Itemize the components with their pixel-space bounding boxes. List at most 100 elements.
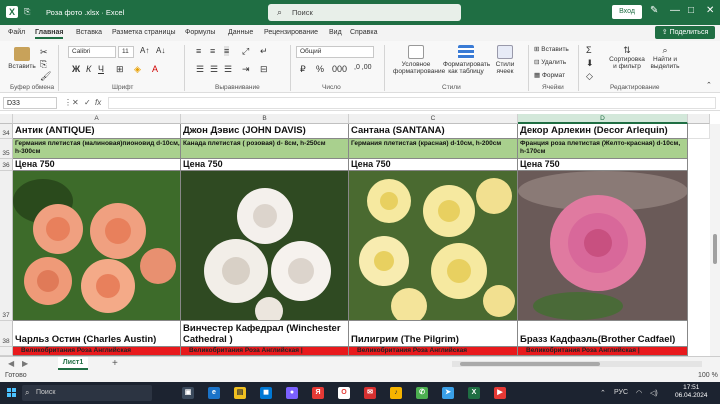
tab-home[interactable]: Главная bbox=[35, 29, 64, 39]
cell-a34[interactable]: Антик (ANTIQUE) bbox=[13, 124, 181, 139]
sign-in-button[interactable]: Вход bbox=[612, 5, 642, 19]
font-name-select[interactable]: Calibri bbox=[68, 46, 116, 58]
align-middle-icon[interactable]: ≡ bbox=[210, 46, 215, 56]
search-box[interactable]: ⌕ Поиск bbox=[268, 4, 461, 21]
percent-icon[interactable]: % bbox=[316, 64, 324, 74]
rose-yellow-photo[interactable] bbox=[349, 171, 518, 321]
italic-icon[interactable]: К bbox=[86, 64, 91, 74]
horizontal-scroll-thumb[interactable] bbox=[460, 362, 600, 366]
wrap-text-icon[interactable]: ↵ bbox=[260, 46, 268, 57]
cell-c34[interactable]: Сантана (SANTANA) bbox=[349, 124, 518, 139]
rose-pink-photo[interactable] bbox=[518, 171, 688, 321]
align-left-icon[interactable]: ☰ bbox=[196, 64, 204, 75]
cell-b34[interactable]: Джон Дэвис (JOHN DAVIS) bbox=[181, 124, 349, 139]
column-header-d[interactable]: D bbox=[518, 114, 688, 124]
pdf-icon[interactable]: ▶ bbox=[494, 387, 506, 399]
autosum-icon[interactable]: Σ bbox=[586, 45, 592, 55]
cell-c38[interactable]: Пилигрим (The Pilgrim) bbox=[349, 321, 518, 347]
explorer-icon[interactable]: ▤ bbox=[234, 387, 246, 399]
insert-cells-button[interactable]: ⊞ Вставить bbox=[534, 45, 569, 53]
cell-d36[interactable]: Цена 750 bbox=[518, 159, 688, 171]
horizontal-scrollbar[interactable] bbox=[452, 361, 702, 367]
paste-button[interactable]: Вставить bbox=[8, 47, 36, 70]
align-center-icon[interactable]: ☰ bbox=[210, 64, 218, 75]
align-top-icon[interactable]: ≡ bbox=[196, 46, 201, 56]
edge-icon[interactable]: e bbox=[208, 387, 220, 399]
number-format-select[interactable]: Общий bbox=[296, 46, 374, 58]
restore-button[interactable]: □ bbox=[688, 5, 694, 16]
cell-b37[interactable] bbox=[181, 171, 349, 321]
app-icon[interactable]: ● bbox=[286, 387, 298, 399]
close-button[interactable]: ✕ bbox=[706, 5, 714, 16]
formula-input[interactable] bbox=[108, 97, 716, 109]
cell-c37[interactable] bbox=[349, 171, 518, 321]
find-select-button[interactable]: ⌕ Найти и выделить bbox=[648, 45, 682, 70]
indent-icon[interactable]: ⇥ bbox=[242, 64, 250, 75]
wifi-icon[interactable]: ◠ bbox=[636, 389, 642, 397]
windows-start-icon[interactable] bbox=[7, 388, 17, 398]
clock[interactable]: 17:51 06.04.2024 bbox=[675, 384, 708, 400]
tab-file[interactable]: Файл bbox=[8, 29, 25, 36]
column-header-a[interactable]: A bbox=[13, 114, 181, 124]
tab-formulas[interactable]: Формулы bbox=[185, 29, 215, 36]
tab-view[interactable]: Вид bbox=[329, 29, 342, 36]
taskbar-search[interactable]: ⌕ Поиск bbox=[22, 385, 152, 401]
pen-icon[interactable]: ✎ bbox=[650, 5, 658, 16]
tab-insert[interactable]: Вставка bbox=[76, 29, 102, 36]
row-header-35[interactable]: 35 bbox=[0, 139, 13, 159]
align-right-icon[interactable]: ☰ bbox=[224, 64, 232, 75]
decimal-icon[interactable]: ,0 ,00 bbox=[354, 64, 372, 71]
merge-cells-icon[interactable]: ⊟ bbox=[260, 64, 268, 75]
cell-c39[interactable]: Великобритания Роза Английская bbox=[349, 347, 518, 356]
vertical-scrollbar[interactable] bbox=[710, 124, 720, 356]
sheet-tab-1[interactable]: Лист1 bbox=[58, 357, 88, 370]
borders-icon[interactable]: ⊞ bbox=[116, 64, 124, 75]
music-icon[interactable]: ♪ bbox=[390, 387, 402, 399]
cell-a37[interactable] bbox=[13, 171, 181, 321]
delete-cells-button[interactable]: ⊟ Удалить bbox=[534, 58, 566, 66]
column-header-c[interactable]: C bbox=[349, 114, 518, 124]
vertical-scroll-thumb[interactable] bbox=[713, 234, 717, 264]
rose-white-photo[interactable] bbox=[181, 171, 349, 321]
column-header-b[interactable]: B bbox=[181, 114, 349, 124]
row-header-37[interactable]: 37 bbox=[0, 171, 13, 321]
row-header-38[interactable]: 38 bbox=[0, 321, 13, 347]
cancel-icon[interactable]: ✕ bbox=[72, 98, 79, 107]
clear-icon[interactable]: ◇ bbox=[586, 71, 593, 82]
cell-a35[interactable]: Германия плетистая (малиновая)пионовид d… bbox=[13, 139, 181, 159]
format-cells-button[interactable]: ▦ Формат bbox=[534, 71, 565, 79]
underline-icon[interactable]: Ч bbox=[98, 64, 104, 74]
conditional-format-button[interactable]: Условное форматирование bbox=[393, 45, 445, 75]
next-sheet-icon[interactable]: ▶ bbox=[22, 359, 28, 368]
rose-peach-photo[interactable] bbox=[13, 171, 181, 321]
bold-icon[interactable]: Ж bbox=[72, 64, 80, 74]
orientation-icon[interactable]: ⤢ bbox=[242, 46, 249, 57]
sort-filter-button[interactable]: ⇅ Сортировка и фильтр bbox=[608, 45, 646, 70]
prev-sheet-icon[interactable]: ◀ bbox=[8, 359, 14, 368]
collapse-ribbon-icon[interactable]: ⌃ bbox=[706, 81, 712, 89]
column-header-e[interactable] bbox=[688, 114, 710, 124]
cell-b35[interactable]: Канада плетистая ( розовая) d- 8см, h-25… bbox=[181, 139, 349, 159]
cell-b38[interactable]: Винчестер Кафедрал (Winchester Cathedral… bbox=[181, 321, 349, 347]
cell-d34[interactable]: Декор Арлекин (Decor Arlequin) bbox=[518, 124, 688, 139]
font-size-select[interactable]: 11 bbox=[118, 46, 134, 58]
mail-icon[interactable]: ✉ bbox=[364, 387, 376, 399]
minimize-button[interactable]: — bbox=[670, 5, 680, 16]
cell-d35[interactable]: Франция роза плетистая (Желто-красная) d… bbox=[518, 139, 688, 159]
store-icon[interactable]: ◼ bbox=[260, 387, 272, 399]
autosave-icon[interactable]: ⎘ bbox=[24, 7, 30, 17]
cell-c35[interactable]: Германия плетистая (красная) d-10см, h-2… bbox=[349, 139, 518, 159]
name-box[interactable]: D33 bbox=[3, 97, 57, 109]
copy-icon[interactable]: ⎘ bbox=[40, 59, 47, 70]
zoom-level[interactable]: 100 % bbox=[698, 372, 718, 379]
cell-d39[interactable]: Великобритания Роза Английская | bbox=[518, 347, 688, 356]
increase-font-icon[interactable]: A↑ bbox=[140, 46, 149, 55]
task-view-icon[interactable]: ▣ bbox=[182, 387, 194, 399]
format-as-table-button[interactable]: Форматировать как таблицу bbox=[443, 45, 490, 75]
thousands-icon[interactable]: 000 bbox=[332, 64, 347, 74]
language-indicator[interactable]: РУС bbox=[614, 389, 628, 396]
tab-data[interactable]: Данные bbox=[228, 29, 253, 36]
format-painter-icon[interactable]: 🖌 bbox=[40, 71, 51, 82]
fx-icon[interactable]: fx bbox=[95, 98, 101, 107]
tab-review[interactable]: Рецензирование bbox=[264, 29, 318, 36]
